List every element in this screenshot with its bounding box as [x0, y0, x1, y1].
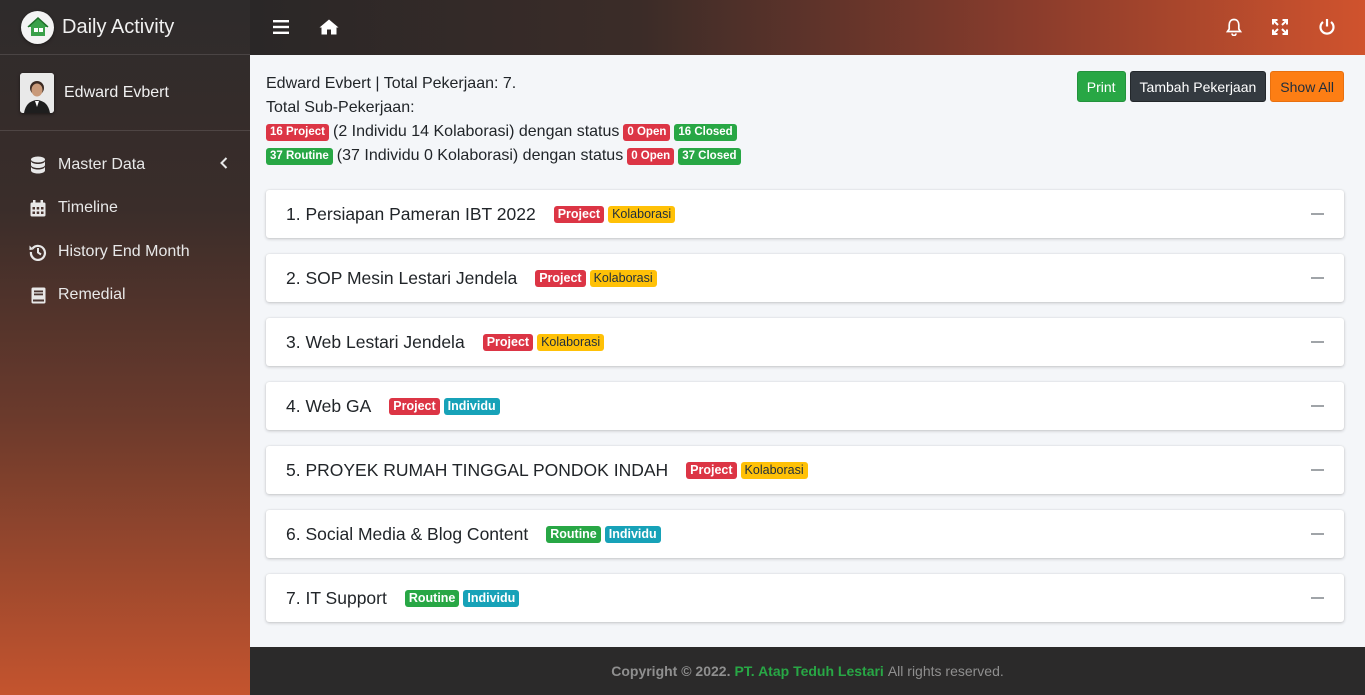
history-icon	[29, 243, 47, 261]
job-mode-badge: Kolaborasi	[537, 333, 605, 351]
footer: Copyright © 2022. PT. Atap Teduh Lestari…	[250, 647, 1365, 695]
home-icon[interactable]	[317, 15, 341, 39]
expand-icon[interactable]	[1268, 15, 1292, 39]
job-title: 1. Persiapan Pameran IBT 2022	[286, 203, 536, 224]
job-summary: Edward Evbert | Total Pekerjaan: 7. Tota…	[266, 72, 741, 168]
sidebar-item-remedial[interactable]: Remedial	[0, 274, 250, 318]
power-icon[interactable]	[1315, 15, 1339, 39]
summary-total-jobs: Edward Evbert | Total Pekerjaan: 7.	[266, 75, 517, 92]
job-card[interactable]: 7. IT Support Routine Individu	[266, 574, 1344, 622]
job-mode-badge: Kolaborasi	[740, 461, 808, 479]
job-list: 1. Persiapan Pameran IBT 2022 Project Ko…	[266, 190, 1344, 638]
collapse-icon[interactable]	[1311, 469, 1324, 471]
job-title: 2. SOP Mesin Lestari Jendela	[286, 267, 518, 288]
job-card[interactable]: 2. SOP Mesin Lestari Jendela Project Kol…	[266, 254, 1344, 302]
job-card[interactable]: 1. Persiapan Pameran IBT 2022 Project Ko…	[266, 190, 1344, 238]
top-navbar	[250, 0, 1365, 55]
sidebar-item-label: Timeline	[58, 199, 118, 217]
job-card[interactable]: 5. PROYEK RUMAH TINGGAL PONDOK INDAH Pro…	[266, 446, 1344, 494]
sidebar-item-master-data[interactable]: Master Data	[0, 143, 250, 187]
collapse-icon[interactable]	[1311, 213, 1324, 215]
job-card[interactable]: 4. Web GA Project Individu	[266, 382, 1344, 430]
bell-icon[interactable]	[1222, 15, 1246, 39]
summary-project-line: 16 Project (2 Individu 14 Kolaborasi) de…	[266, 120, 741, 144]
user-panel[interactable]: Edward Evbert	[0, 55, 250, 131]
job-title: 5. PROYEK RUMAH TINGGAL PONDOK INDAH	[286, 459, 669, 480]
collapse-icon[interactable]	[1311, 341, 1324, 343]
main-content: Edward Evbert | Total Pekerjaan: 7. Tota…	[250, 55, 1365, 647]
collapse-icon[interactable]	[1311, 277, 1324, 279]
calendar-icon	[29, 199, 47, 217]
job-type-badge: Project	[686, 461, 737, 479]
job-title: 3. Web Lestari Jendela	[286, 331, 465, 352]
routine-closed-badge: 37 Closed	[678, 147, 741, 165]
job-title: 6. Social Media & Blog Content	[286, 523, 529, 544]
database-icon	[29, 156, 47, 174]
print-button[interactable]: Print	[1076, 71, 1126, 102]
footer-copyright: Copyright © 2022.	[611, 663, 731, 679]
job-type-badge: Project	[553, 205, 605, 223]
job-type-badge: Routine	[404, 589, 460, 607]
job-type-badge: Project	[482, 333, 534, 351]
brand-name: Daily Activity	[62, 15, 175, 38]
job-card[interactable]: 3. Web Lestari Jendela Project Kolaboras…	[266, 318, 1344, 366]
footer-company-link[interactable]: PT. Atap Teduh Lestari	[734, 663, 883, 679]
job-mode-badge: Individu	[604, 525, 661, 543]
job-mode-badge: Kolaborasi	[589, 269, 657, 287]
summary-routine-line: 37 Routine (37 Individu 0 Kolaborasi) de…	[266, 144, 741, 168]
brand-link[interactable]: Daily Activity	[0, 0, 250, 55]
avatar	[20, 72, 54, 113]
routine-open-badge: 0 Open	[627, 147, 675, 165]
job-type-badge: Routine	[546, 525, 601, 543]
project-open-badge: 0 Open	[623, 123, 671, 141]
sidebar: Daily Activity Edward Evbert Master Data	[0, 0, 250, 695]
house-icon	[21, 10, 54, 44]
sidebar-item-history-end-month[interactable]: History End Month	[0, 230, 250, 274]
add-job-button[interactable]: Tambah Pekerjaan	[1129, 71, 1267, 102]
chevron-left-icon	[220, 156, 228, 172]
job-mode-badge: Individu	[443, 397, 500, 415]
book-icon	[29, 286, 47, 304]
bars-icon[interactable]	[269, 15, 293, 39]
sidebar-item-label: Remedial	[58, 286, 126, 304]
project-count-badge: 16 Project	[266, 123, 329, 141]
footer-rights: All rights reserved.	[887, 663, 1004, 679]
project-summary-text: (2 Individu 14 Kolaborasi) dengan status	[332, 123, 620, 140]
sidebar-item-label: History End Month	[58, 242, 190, 260]
collapse-icon[interactable]	[1311, 533, 1324, 535]
routine-summary-text: (37 Individu 0 Kolaborasi) dengan status	[336, 147, 624, 164]
collapse-icon[interactable]	[1311, 597, 1324, 599]
user-name: Edward Evbert	[64, 83, 169, 101]
summary-sub-jobs-label: Total Sub-Pekerjaan:	[266, 99, 415, 116]
job-type-badge: Project	[535, 269, 586, 287]
action-buttons: Print Tambah Pekerjaan Show All	[1073, 71, 1344, 102]
sidebar-nav: Master Data Timeline History End Month R…	[0, 143, 250, 317]
collapse-icon[interactable]	[1311, 405, 1324, 407]
job-title: 7. IT Support	[286, 587, 387, 608]
routine-count-badge: 37 Routine	[266, 147, 333, 165]
sidebar-item-timeline[interactable]: Timeline	[0, 187, 250, 231]
job-type-badge: Project	[389, 397, 440, 415]
job-card[interactable]: 6. Social Media & Blog Content Routine I…	[266, 510, 1344, 558]
project-closed-badge: 16 Closed	[674, 123, 737, 141]
sidebar-item-label: Master Data	[58, 155, 146, 173]
job-mode-badge: Individu	[463, 589, 520, 607]
job-title: 4. Web GA	[286, 395, 372, 416]
show-all-button[interactable]: Show All	[1270, 71, 1344, 102]
job-mode-badge: Kolaborasi	[608, 205, 676, 223]
